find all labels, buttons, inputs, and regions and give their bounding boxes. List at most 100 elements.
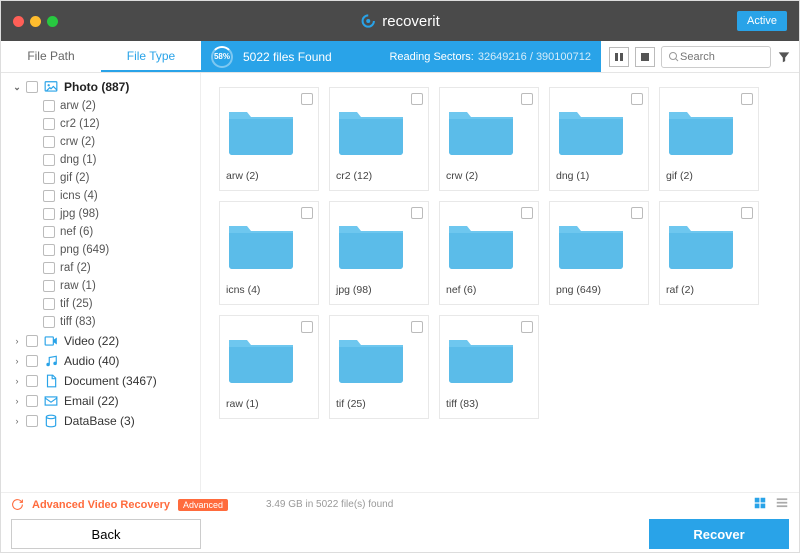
- sidebar-child-item[interactable]: cr2 (12): [1, 115, 200, 133]
- back-button[interactable]: Back: [11, 519, 201, 549]
- pause-button[interactable]: [609, 47, 629, 67]
- folder-card[interactable]: crw (2): [439, 87, 539, 191]
- checkbox[interactable]: [411, 207, 423, 219]
- checkbox[interactable]: [521, 93, 533, 105]
- advanced-badge: Advanced: [178, 499, 228, 511]
- checkbox[interactable]: [43, 172, 55, 184]
- sidebar-child-item[interactable]: dng (1): [1, 151, 200, 169]
- folder-icon: [666, 102, 736, 157]
- sidebar-child-item[interactable]: png (649): [1, 241, 200, 259]
- filter-icon[interactable]: [777, 50, 791, 64]
- sidebar-child-item[interactable]: raw (1): [1, 277, 200, 295]
- search-box[interactable]: [661, 46, 771, 68]
- chevron-right-icon[interactable]: ›: [13, 417, 21, 425]
- sidebar-item-audio[interactable]: ›Audio (40): [1, 351, 200, 371]
- checkbox[interactable]: [43, 208, 55, 220]
- close-window-icon[interactable]: [13, 16, 24, 27]
- folder-card[interactable]: gif (2): [659, 87, 759, 191]
- folder-card[interactable]: tiff (83): [439, 315, 539, 419]
- tab-file-type[interactable]: File Type: [101, 41, 201, 72]
- folder-card[interactable]: jpg (98): [329, 201, 429, 305]
- checkbox[interactable]: [521, 321, 533, 333]
- sidebar-child-item[interactable]: icns (4): [1, 187, 200, 205]
- chevron-right-icon[interactable]: ›: [13, 377, 21, 385]
- checkbox[interactable]: [43, 226, 55, 238]
- checkbox[interactable]: [43, 298, 55, 310]
- checkbox[interactable]: [631, 207, 643, 219]
- active-button[interactable]: Active: [737, 11, 787, 31]
- folder-card[interactable]: dng (1): [549, 87, 649, 191]
- checkbox[interactable]: [43, 190, 55, 202]
- folder-label: crw (2): [446, 170, 532, 182]
- footer-info-row: Advanced Video Recovery Advanced 3.49 GB…: [1, 492, 799, 516]
- checkbox[interactable]: [26, 375, 38, 387]
- checkbox[interactable]: [43, 118, 55, 130]
- chevron-down-icon[interactable]: ⌄: [13, 83, 21, 91]
- sidebar-child-item[interactable]: crw (2): [1, 133, 200, 151]
- folder-card[interactable]: png (649): [549, 201, 649, 305]
- scan-status: 58% 5022 files Found Reading Sectors: 32…: [201, 41, 601, 72]
- folder-label: tif (25): [336, 398, 422, 410]
- checkbox[interactable]: [43, 244, 55, 256]
- sidebar-child-label: dng (1): [60, 154, 96, 166]
- checkbox[interactable]: [411, 93, 423, 105]
- sidebar-child-item[interactable]: raf (2): [1, 259, 200, 277]
- checkbox[interactable]: [43, 280, 55, 292]
- sidebar-child-label: tif (25): [60, 298, 93, 310]
- checkbox[interactable]: [741, 93, 753, 105]
- checkbox[interactable]: [26, 81, 38, 93]
- sidebar-child-label: crw (2): [60, 136, 95, 148]
- checkbox[interactable]: [411, 321, 423, 333]
- checkbox[interactable]: [43, 262, 55, 274]
- stop-button[interactable]: [635, 47, 655, 67]
- folder-card[interactable]: cr2 (12): [329, 87, 429, 191]
- checkbox[interactable]: [301, 321, 313, 333]
- maximize-window-icon[interactable]: [47, 16, 58, 27]
- folder-card[interactable]: raw (1): [219, 315, 319, 419]
- database-icon: [43, 414, 59, 428]
- checkbox[interactable]: [521, 207, 533, 219]
- checkbox[interactable]: [26, 355, 38, 367]
- chevron-right-icon[interactable]: ›: [13, 337, 21, 345]
- sidebar-child-item[interactable]: gif (2): [1, 169, 200, 187]
- folder-card[interactable]: icns (4): [219, 201, 319, 305]
- checkbox[interactable]: [43, 316, 55, 328]
- advanced-video-recovery-link[interactable]: Advanced Video Recovery: [32, 499, 170, 511]
- checkbox[interactable]: [26, 395, 38, 407]
- folder-card[interactable]: nef (6): [439, 201, 539, 305]
- checkbox[interactable]: [26, 335, 38, 347]
- recover-button[interactable]: Recover: [649, 519, 789, 549]
- refresh-icon[interactable]: [11, 498, 24, 511]
- sidebar-child-item[interactable]: tiff (83): [1, 313, 200, 331]
- checkbox[interactable]: [43, 154, 55, 166]
- sidebar-child-label: jpg (98): [60, 208, 99, 220]
- tab-file-path[interactable]: File Path: [1, 41, 101, 72]
- sidebar-child-item[interactable]: nef (6): [1, 223, 200, 241]
- sidebar-item-photo[interactable]: ⌄Photo (887): [1, 77, 200, 97]
- checkbox[interactable]: [26, 415, 38, 427]
- sidebar-child-label: gif (2): [60, 172, 89, 184]
- search-input[interactable]: [680, 51, 760, 63]
- checkbox[interactable]: [631, 93, 643, 105]
- checkbox[interactable]: [43, 100, 55, 112]
- chevron-right-icon[interactable]: ›: [13, 397, 21, 405]
- sidebar-item-email[interactable]: ›Email (22): [1, 391, 200, 411]
- sidebar-child-item[interactable]: tif (25): [1, 295, 200, 313]
- sidebar-item-document[interactable]: ›Document (3467): [1, 371, 200, 391]
- chevron-right-icon[interactable]: ›: [13, 357, 21, 365]
- checkbox[interactable]: [301, 93, 313, 105]
- sidebar-child-item[interactable]: jpg (98): [1, 205, 200, 223]
- folder-card[interactable]: raf (2): [659, 201, 759, 305]
- folder-card[interactable]: tif (25): [329, 315, 429, 419]
- minimize-window-icon[interactable]: [30, 16, 41, 27]
- sidebar-item-database[interactable]: ›DataBase (3): [1, 411, 200, 431]
- sidebar-item-video[interactable]: ›Video (22): [1, 331, 200, 351]
- checkbox[interactable]: [301, 207, 313, 219]
- folder-card[interactable]: arw (2): [219, 87, 319, 191]
- checkbox[interactable]: [43, 136, 55, 148]
- files-found-count: 5022 files Found: [243, 50, 332, 64]
- checkbox[interactable]: [741, 207, 753, 219]
- list-view-icon[interactable]: [775, 496, 789, 513]
- grid-view-icon[interactable]: [753, 496, 767, 513]
- sidebar-child-item[interactable]: arw (2): [1, 97, 200, 115]
